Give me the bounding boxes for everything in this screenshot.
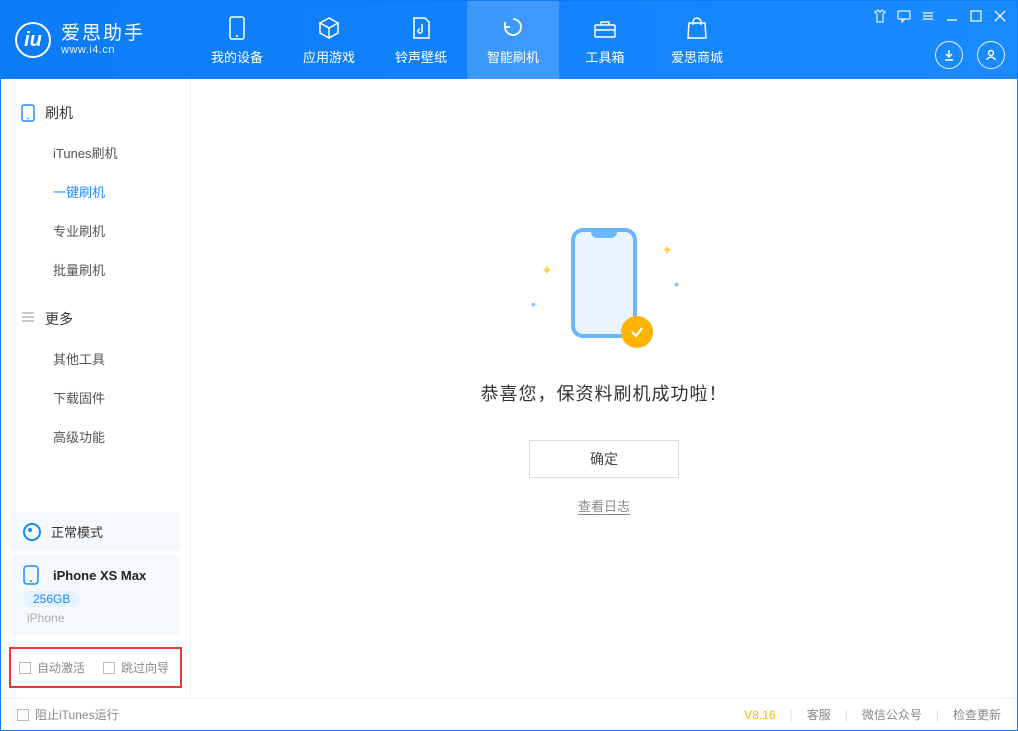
- wechat-link[interactable]: 微信公众号: [862, 706, 922, 723]
- bag-icon: [684, 15, 710, 41]
- sidebar-item-advanced[interactable]: 高级功能: [1, 417, 190, 456]
- device-type: iPhone: [27, 611, 168, 625]
- success-message: 恭喜您，保资料刷机成功啦！: [481, 380, 728, 406]
- sidebar-group-flash: 刷机: [1, 97, 190, 133]
- sidebar-item-itunes[interactable]: iTunes刷机: [1, 133, 190, 172]
- main-content: ✦ • ✦ • 恭喜您，保资料刷机成功啦！ 确定 查看日志: [191, 79, 1017, 698]
- checkbox-label: 自动激活: [37, 659, 85, 676]
- nav-apps[interactable]: 应用游戏: [283, 1, 375, 79]
- nav-toolbox[interactable]: 工具箱: [559, 1, 651, 79]
- nav-label: 应用游戏: [303, 47, 355, 66]
- device-small-icon: [23, 565, 39, 585]
- separator: |: [936, 708, 939, 722]
- mode-card[interactable]: 正常模式: [11, 512, 180, 551]
- checkbox-label: 阻止iTunes运行: [35, 706, 119, 723]
- device-card[interactable]: iPhone XS Max 256GB iPhone: [11, 555, 180, 635]
- phone-icon: [224, 15, 250, 41]
- logo-icon: iu: [15, 22, 51, 58]
- group-label: 刷机: [45, 103, 73, 123]
- sidebar-item-batch[interactable]: 批量刷机: [1, 250, 190, 289]
- check-badge-icon: [621, 316, 653, 348]
- nav-store[interactable]: 爱思商城: [651, 1, 743, 79]
- sidebar-group-more: 更多: [1, 303, 190, 339]
- sidebar-item-firmware[interactable]: 下载固件: [1, 378, 190, 417]
- refresh-shield-icon: [500, 15, 526, 41]
- group-label: 更多: [45, 309, 73, 329]
- sidebar-item-pro[interactable]: 专业刷机: [1, 211, 190, 250]
- sparkle-icon: ✦: [661, 242, 673, 259]
- sidebar: 刷机 iTunes刷机 一键刷机 专业刷机 批量刷机 更多 其他工具 下载固件 …: [1, 79, 191, 698]
- update-link[interactable]: 检查更新: [953, 706, 1001, 723]
- nav-label: 铃声壁纸: [395, 47, 447, 66]
- app-window: iu 爱思助手 www.i4.cn 我的设备 应用游戏 铃声壁纸 智能刷机: [0, 0, 1018, 731]
- checkbox-icon: [103, 662, 115, 674]
- music-file-icon: [408, 15, 434, 41]
- sparkle-icon: •: [674, 276, 679, 292]
- options-highlight: 自动激活 跳过向导: [9, 647, 182, 688]
- sidebar-item-other[interactable]: 其他工具: [1, 339, 190, 378]
- maximize-icon[interactable]: [969, 9, 983, 23]
- device-name: iPhone XS Max: [53, 568, 146, 583]
- view-log-link[interactable]: 查看日志: [578, 496, 630, 515]
- nav-label: 智能刷机: [487, 47, 539, 66]
- download-button[interactable]: [935, 41, 963, 69]
- cube-icon: [316, 15, 342, 41]
- checkbox-block-itunes[interactable]: 阻止iTunes运行: [17, 706, 119, 723]
- header: iu 爱思助手 www.i4.cn 我的设备 应用游戏 铃声壁纸 智能刷机: [1, 1, 1017, 79]
- success-illustration: ✦ • ✦ •: [529, 222, 679, 352]
- checkbox-icon: [19, 662, 31, 674]
- nav-flash[interactable]: 智能刷机: [467, 1, 559, 79]
- sidebar-bottom: 正常模式 iPhone XS Max 256GB iPhone: [1, 508, 190, 698]
- toolbox-icon: [592, 15, 618, 41]
- nav-label: 工具箱: [585, 47, 624, 66]
- success-panel: ✦ • ✦ • 恭喜您，保资料刷机成功啦！ 确定 查看日志: [481, 222, 728, 515]
- feedback-icon[interactable]: [897, 9, 911, 23]
- brand-url: www.i4.cn: [61, 44, 145, 56]
- device-icon: [21, 104, 35, 122]
- header-actions: [935, 41, 1005, 69]
- window-controls: [873, 9, 1007, 23]
- checkbox-skip-guide[interactable]: 跳过向导: [103, 659, 169, 676]
- brand-name: 爱思助手: [61, 24, 145, 45]
- sparkle-icon: ✦: [541, 262, 553, 279]
- logo: iu 爱思助手 www.i4.cn: [1, 1, 191, 79]
- sidebar-item-oneclick[interactable]: 一键刷机: [1, 172, 190, 211]
- list-icon: [21, 310, 35, 328]
- nav-label: 我的设备: [211, 47, 263, 66]
- ok-button[interactable]: 确定: [529, 440, 679, 478]
- user-button[interactable]: [977, 41, 1005, 69]
- close-icon[interactable]: [993, 9, 1007, 23]
- nav-label: 爱思商城: [671, 47, 723, 66]
- sparkle-icon: •: [531, 296, 536, 312]
- minimize-icon[interactable]: [945, 9, 959, 23]
- device-capacity: 256GB: [23, 591, 80, 607]
- top-nav: 我的设备 应用游戏 铃声壁纸 智能刷机 工具箱 爱思商城: [191, 1, 743, 79]
- checkbox-auto-activate[interactable]: 自动激活: [19, 659, 85, 676]
- separator: |: [790, 708, 793, 722]
- status-bar: 阻止iTunes运行 V8.16 | 客服 | 微信公众号 | 检查更新: [1, 698, 1017, 730]
- checkbox-icon: [17, 709, 29, 721]
- menu-icon[interactable]: [921, 9, 935, 23]
- support-link[interactable]: 客服: [807, 706, 831, 723]
- separator: |: [845, 708, 848, 722]
- body: 刷机 iTunes刷机 一键刷机 专业刷机 批量刷机 更多 其他工具 下载固件 …: [1, 79, 1017, 698]
- mode-icon: [23, 523, 41, 541]
- nav-my-device[interactable]: 我的设备: [191, 1, 283, 79]
- mode-label: 正常模式: [51, 522, 103, 541]
- tshirt-icon[interactable]: [873, 9, 887, 23]
- nav-ringtone[interactable]: 铃声壁纸: [375, 1, 467, 79]
- version-label: V8.16: [744, 708, 775, 722]
- checkbox-label: 跳过向导: [121, 659, 169, 676]
